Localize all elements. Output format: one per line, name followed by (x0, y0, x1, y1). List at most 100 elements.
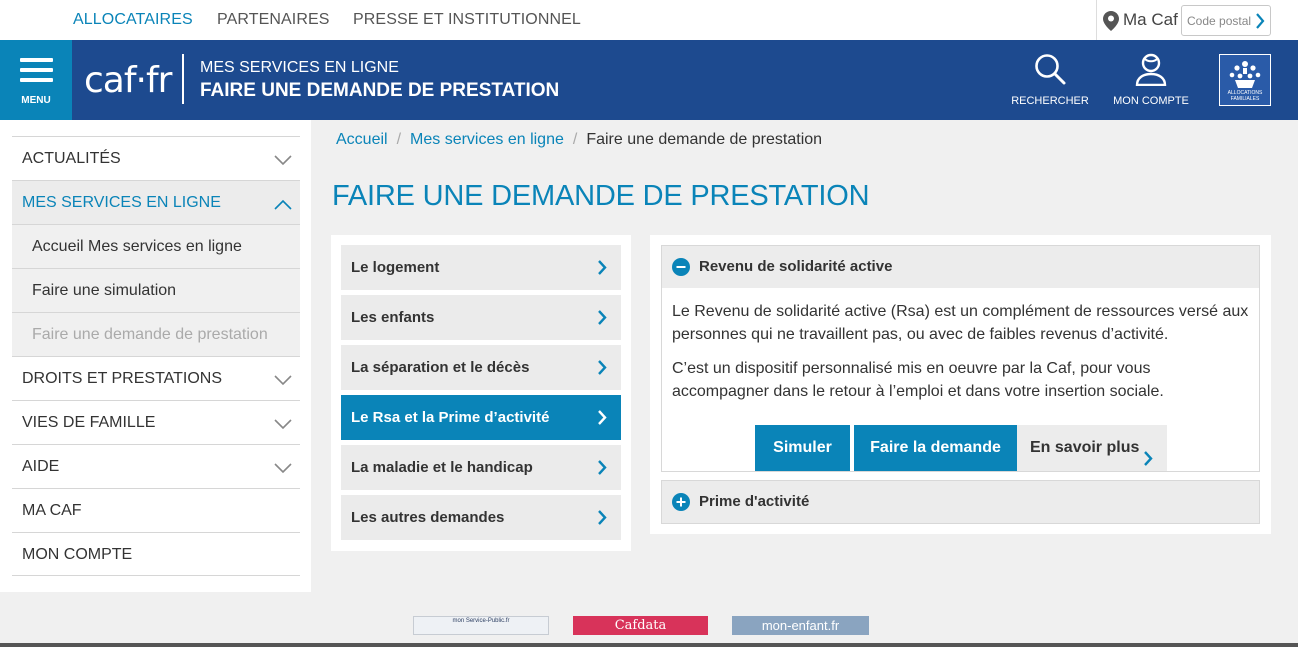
sidebar-item-label: Accueil Mes services en ligne (32, 238, 242, 255)
sidebar-item-label: MA CAF (22, 502, 82, 519)
ma-caf-label: Ma Caf (1123, 10, 1178, 29)
chevron-down-icon (274, 461, 292, 479)
category-list: Le logement Les enfants La séparation et… (331, 235, 631, 551)
breadcrumb-mes-services[interactable]: Mes services en ligne (410, 131, 564, 148)
menu-label: MENU (21, 95, 51, 106)
partner-logos: mon Service-Public.fr Cafdata mon-enfant… (0, 614, 1298, 636)
category-enfants[interactable]: Les enfants (341, 295, 621, 340)
sidebar-item-label: AIDE (22, 458, 60, 475)
sidebar-item-ma-caf[interactable]: MA CAF (12, 488, 300, 532)
simuler-button[interactable]: Simuler (755, 425, 850, 471)
page-title: FAIRE UNE DEMANDE DE PRESTATION (332, 180, 870, 212)
category-label: La séparation et le décès (351, 359, 530, 376)
breadcrumb-current: Faire une demande de prestation (586, 131, 823, 148)
rsa-description-1: Le Revenu de solidarité active (Rsa) est… (672, 303, 1249, 343)
sidebar-subitem-demande[interactable]: Faire une demande de prestation (12, 312, 300, 356)
top-nav-presse[interactable]: PRESSE ET INSTITUTIONNEL (353, 11, 581, 29)
brand-logo-text: ALLOCATIONS FAMILIALES (1227, 90, 1263, 102)
chevron-right-icon (597, 409, 607, 431)
chevron-right-icon (597, 309, 607, 331)
sidebar-item-vies-de-famille[interactable]: VIES DE FAMILLE (12, 400, 300, 444)
accordion-rsa: Revenu de solidarité active Le Revenu de… (661, 245, 1260, 472)
cafdata-logo[interactable]: Cafdata (573, 616, 708, 635)
sidebar-item-droits[interactable]: DROITS ET PRESTATIONS (12, 356, 300, 400)
category-maladie-handicap[interactable]: La maladie et le handicap (341, 445, 621, 490)
account-button[interactable]: MON COMPTE (1106, 52, 1196, 107)
chevron-down-icon (274, 373, 292, 391)
code-postal-placeholder: Code postal (1187, 14, 1252, 28)
category-rsa-prime[interactable]: Le Rsa et la Prime d’activité (341, 395, 621, 440)
sidebar-subitem-simulation[interactable]: Faire une simulation (12, 268, 300, 312)
top-bar: ALLOCATAIRES PARTENAIRES PRESSE ET INSTI… (0, 0, 1298, 40)
mon-enfant-logo-text: mon-enfant.fr (761, 618, 840, 633)
cafdata-logo-text: Cafdata (614, 618, 667, 633)
ma-caf-widget: Ma Caf Code postal (1096, 0, 1298, 40)
sidebar-item-label: MON COMPTE (22, 546, 133, 563)
location-pin-icon (1103, 11, 1119, 36)
chevron-down-icon (274, 417, 292, 435)
category-label: Les enfants (351, 309, 435, 326)
accordion-prime-title: Prime d'activité (699, 493, 810, 510)
category-autres-demandes[interactable]: Les autres demandes (341, 495, 621, 540)
sidebar-item-label: Faire une demande de prestation (32, 326, 268, 343)
allocations-familiales-logo[interactable]: ALLOCATIONS FAMILIALES (1219, 54, 1271, 106)
plus-circle-icon (672, 493, 690, 516)
breadcrumb: Accueil / Mes services en ligne / Faire une … (336, 131, 822, 149)
sidebar-subitem-accueil[interactable]: Accueil Mes services en ligne (12, 224, 300, 268)
service-public-logo-text: mon Service-Public.fr (452, 618, 510, 624)
family-logo-icon (1229, 61, 1261, 88)
chevron-right-icon (597, 259, 607, 281)
en-savoir-plus-label: En savoir plus (1030, 439, 1140, 456)
search-button[interactable]: RECHERCHER (1005, 52, 1095, 107)
category-label: La maladie et le handicap (351, 459, 533, 476)
top-nav-allocataires[interactable]: ALLOCATAIRES (73, 11, 193, 29)
faire-la-demande-button[interactable]: Faire la demande (854, 425, 1017, 471)
accordion-prime: Prime d'activité (661, 480, 1260, 524)
sidebar-item-label: Faire une simulation (32, 282, 177, 299)
en-savoir-plus-button[interactable]: En savoir plus (1017, 425, 1167, 471)
chevron-right-icon[interactable] (1255, 12, 1265, 35)
sidebar-item-label: DROITS ET PRESTATIONS (22, 370, 223, 387)
search-label: RECHERCHER (1011, 95, 1089, 107)
category-label: Le Rsa et la Prime d’activité (351, 409, 550, 426)
breadcrumb-separator: / (572, 131, 578, 148)
sidebar-item-label: VIES DE FAMILLE (22, 414, 156, 431)
breadcrumb-separator: / (396, 131, 402, 148)
header-subtitle: MES SERVICES EN LIGNE (200, 59, 399, 76)
code-postal-input[interactable]: Code postal (1181, 5, 1271, 36)
mon-enfant-logo[interactable]: mon-enfant.fr (732, 616, 869, 635)
minus-circle-icon (672, 258, 690, 281)
breadcrumb-accueil[interactable]: Accueil (336, 131, 388, 148)
sidebar-nav: ACTUALITÉS MES SERVICES EN LIGNE Accueil… (0, 120, 311, 592)
chevron-up-icon (274, 197, 292, 215)
accordion-rsa-title: Revenu de solidarité active (699, 258, 893, 275)
sidebar-item-mes-services[interactable]: MES SERVICES EN LIGNE (12, 180, 300, 224)
sidebar-item-actualites[interactable]: ACTUALITÉS (12, 136, 300, 180)
category-label: Les autres demandes (351, 509, 505, 526)
accordion-rsa-body: Le Revenu de solidarité active (Rsa) est… (662, 288, 1259, 471)
hamburger-icon (20, 58, 53, 88)
rsa-description-2: C’est un dispositif personnalisé mis en … (672, 360, 1164, 400)
prestation-detail-panel: Revenu de solidarité active Le Revenu de… (650, 235, 1271, 534)
accordion-rsa-header[interactable]: Revenu de solidarité active (662, 246, 1259, 288)
main-header: MENU caf·fr MES SERVICES EN LIGNE FAIRE … (0, 40, 1298, 128)
category-label: Le logement (351, 259, 440, 276)
header-title: FAIRE UNE DEMANDE DE PRESTATION (200, 80, 560, 101)
caf-logo[interactable]: caf·fr (84, 60, 172, 101)
sidebar-item-mon-compte[interactable]: MON COMPTE (12, 532, 300, 576)
search-icon (1035, 54, 1066, 85)
chevron-down-icon (274, 153, 292, 171)
menu-button[interactable]: MENU (0, 40, 72, 128)
sidebar-item-label: ACTUALITÉS (22, 150, 121, 167)
top-nav-partenaires[interactable]: PARTENAIRES (217, 11, 330, 29)
service-public-logo[interactable]: mon Service-Public.fr (413, 616, 549, 635)
user-icon (1135, 53, 1167, 87)
accordion-prime-header[interactable]: Prime d'activité (662, 481, 1259, 523)
chevron-right-icon (597, 359, 607, 381)
chevron-right-icon (597, 459, 607, 481)
category-logement[interactable]: Le logement (341, 245, 621, 290)
account-label: MON COMPTE (1113, 95, 1189, 107)
chevron-right-icon (597, 509, 607, 531)
category-separation[interactable]: La séparation et le décès (341, 345, 621, 390)
sidebar-item-aide[interactable]: AIDE (12, 444, 300, 488)
